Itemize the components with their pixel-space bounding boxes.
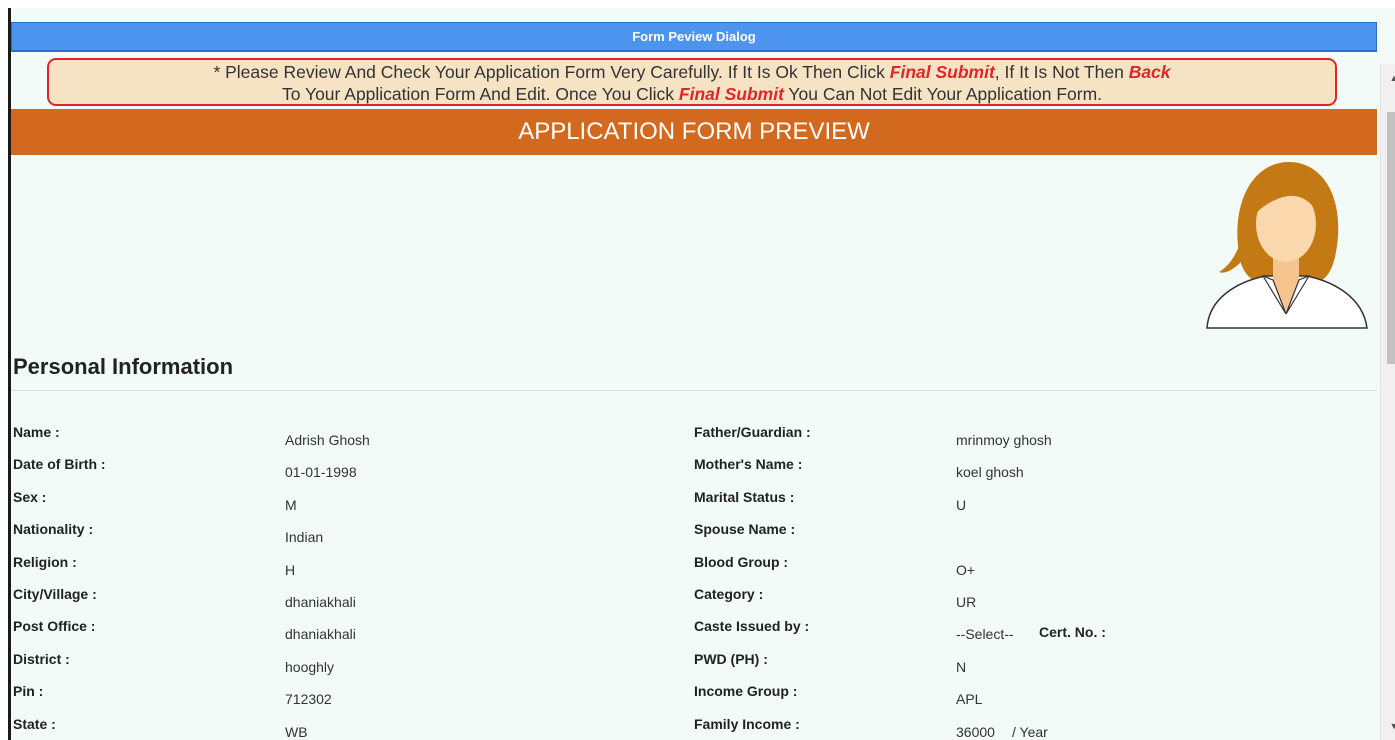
field-value: O+ bbox=[956, 562, 976, 578]
field-label: Post Office : bbox=[13, 618, 96, 634]
field-value: APL bbox=[956, 691, 983, 707]
field-label: PWD (PH) : bbox=[694, 651, 768, 667]
field-label: City/Village : bbox=[13, 586, 97, 602]
form-preview-banner: APPLICATION FORM PREVIEW bbox=[11, 109, 1377, 155]
section-divider bbox=[11, 390, 1377, 391]
field-label: Family Income : bbox=[694, 716, 800, 732]
field-value: Adrish Ghosh bbox=[285, 432, 370, 448]
field-label: District : bbox=[13, 651, 70, 667]
income-suffix: / Year bbox=[1012, 724, 1048, 740]
field-label: Blood Group : bbox=[694, 554, 789, 570]
notice-text: To Your Application Form And Edit. Once … bbox=[281, 84, 679, 104]
field-label: Income Group : bbox=[694, 683, 798, 699]
field-label: Marital Status : bbox=[694, 489, 795, 505]
dialog-content: * Please Review And Check Your Applicati… bbox=[11, 52, 1377, 740]
field-label: Date of Birth : bbox=[13, 456, 106, 472]
field-value: U bbox=[956, 497, 967, 513]
field-label: State : bbox=[13, 716, 56, 732]
field-value: dhaniakhali bbox=[285, 594, 356, 610]
notice-highlight-back: Back bbox=[1128, 62, 1171, 82]
field-value: 36000 bbox=[956, 724, 995, 740]
triangle-down-icon[interactable]: ▼ bbox=[1381, 716, 1395, 736]
dialog-title: Form Peview Dialog bbox=[632, 29, 756, 44]
field-label: Caste Issued by : bbox=[694, 618, 810, 634]
field-value: 712302 bbox=[285, 691, 332, 707]
field-value: M bbox=[285, 497, 297, 513]
notice-highlight-final-submit: Final Submit bbox=[889, 62, 995, 82]
field-value: WB bbox=[285, 724, 308, 740]
field-label: Name : bbox=[13, 424, 60, 440]
applicant-photo bbox=[1201, 162, 1371, 332]
field-value: N bbox=[956, 659, 967, 675]
field-value: 01-01-1998 bbox=[285, 464, 357, 480]
cert-no-label: Cert. No. : bbox=[1039, 624, 1106, 640]
notice-line-2: To Your Application Form And Edit. Once … bbox=[49, 83, 1335, 105]
field-label: Category : bbox=[694, 586, 764, 602]
field-value: koel ghosh bbox=[956, 464, 1024, 480]
field-value: dhaniakhali bbox=[285, 626, 356, 642]
notice-line-1: * Please Review And Check Your Applicati… bbox=[49, 61, 1335, 83]
field-label: Nationality : bbox=[13, 521, 94, 537]
field-value: mrinmoy ghosh bbox=[956, 432, 1052, 448]
notice-text: , If It Is Not Then bbox=[994, 62, 1129, 82]
section-title-personal-information: Personal Information bbox=[13, 354, 234, 379]
field-label: Mother's Name : bbox=[694, 456, 803, 472]
notice-text: * Please Review And Check Your Applicati… bbox=[213, 62, 890, 82]
form-preview-dialog: Form Peview Dialog * Please Review And C… bbox=[8, 8, 1395, 740]
field-label: Father/Guardian : bbox=[694, 424, 811, 440]
female-avatar-icon bbox=[1206, 162, 1368, 329]
field-value: Indian bbox=[285, 529, 324, 545]
field-value: --Select-- bbox=[956, 626, 1014, 642]
scrollbar-thumb[interactable] bbox=[1387, 112, 1395, 364]
field-label: Spouse Name : bbox=[694, 521, 796, 537]
review-notice: * Please Review And Check Your Applicati… bbox=[47, 58, 1337, 106]
field-label: Sex : bbox=[13, 489, 47, 505]
banner-title: APPLICATION FORM PREVIEW bbox=[518, 118, 870, 145]
vertical-scrollbar[interactable]: ▲ ▼ bbox=[1380, 64, 1395, 740]
notice-highlight-final-submit: Final Submit bbox=[678, 84, 784, 104]
triangle-up-icon[interactable]: ▲ bbox=[1381, 68, 1395, 88]
field-label: Religion : bbox=[13, 554, 77, 570]
field-value: hooghly bbox=[285, 659, 335, 675]
notice-text: You Can Not Edit Your Application Form. bbox=[783, 84, 1103, 104]
field-value: H bbox=[285, 562, 296, 578]
field-label: Pin : bbox=[13, 683, 44, 699]
field-value: UR bbox=[956, 594, 977, 610]
dialog-titlebar[interactable]: Form Peview Dialog bbox=[11, 22, 1377, 52]
